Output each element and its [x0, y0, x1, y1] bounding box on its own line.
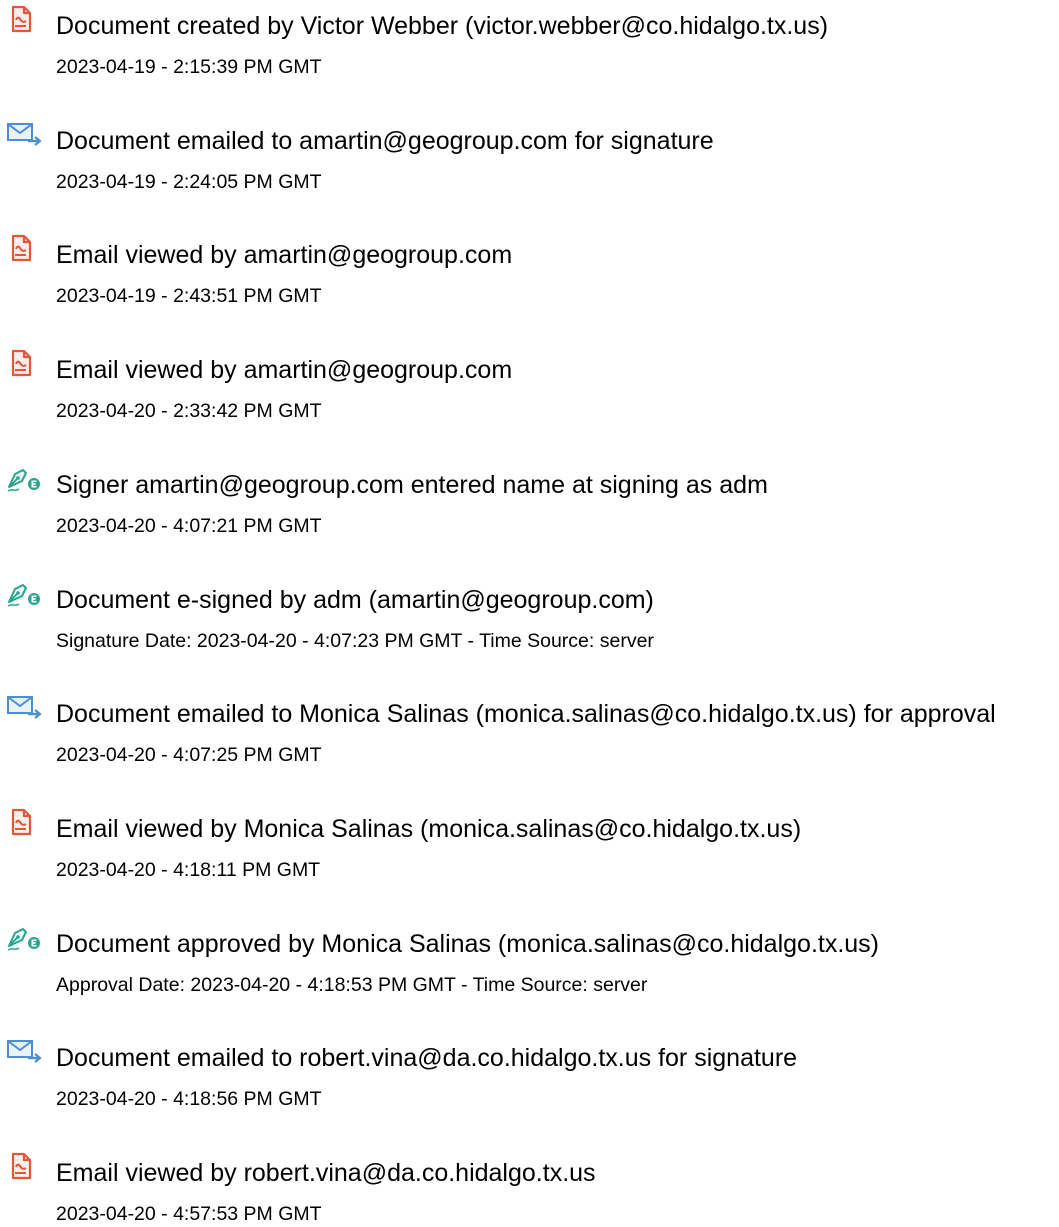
audit-event: Document emailed to Monica Salinas (moni… [0, 688, 1059, 768]
event-title: Document emailed to robert.vina@da.co.hi… [56, 1044, 798, 1073]
audit-event: Document emailed to robert.vina@da.co.hi… [0, 1032, 1059, 1112]
event-title: Document emailed to amartin@geogroup.com… [56, 126, 714, 155]
e-signature-pen-icon [6, 922, 42, 952]
event-timestamp: 2023-04-20 - 2:33:42 PM GMT [56, 400, 322, 423]
event-title: Email viewed by amartin@geogroup.com [56, 356, 513, 385]
audit-event: Email viewed by Monica Salinas (monica.s… [0, 803, 1059, 883]
event-timestamp: 2023-04-19 - 2:15:39 PM GMT [56, 56, 322, 78]
document-created-icon [6, 4, 42, 34]
e-signature-pen-icon [6, 463, 42, 493]
event-timestamp: 2023-04-20 - 4:18:11 PM GMT [56, 858, 321, 881]
email-viewed-icon [6, 807, 42, 837]
audit-event: Document e-signed by adm (amartin@geogro… [0, 574, 1059, 654]
e-signature-pen-icon [6, 578, 42, 608]
event-title: Email viewed by Monica Salinas (monica.s… [56, 814, 802, 843]
event-title: Email viewed by robert.vina@da.co.hidalg… [56, 1159, 596, 1187]
audit-event: Email viewed by amartin@geogroup.com 202… [0, 344, 1059, 424]
audit-event: Signer amartin@geogroup.com entered name… [0, 459, 1059, 539]
event-timestamp: 2023-04-19 - 2:24:05 PM GMT [56, 170, 322, 193]
event-timestamp: Approval Date: 2023-04-20 - 4:18:53 PM G… [56, 973, 648, 996]
event-title: Document e-signed by adm (amartin@geogro… [56, 585, 654, 614]
event-title: Document approved by Monica Salinas (mon… [56, 929, 880, 958]
event-timestamp: 2023-04-20 - 4:07:25 PM GMT [56, 744, 322, 767]
audit-event: Document emailed to amartin@geogroup.com… [0, 115, 1059, 195]
event-timestamp: 2023-04-19 - 2:43:51 PM GMT [56, 285, 322, 308]
email-sent-icon [6, 119, 42, 149]
event-timestamp: 2023-04-20 - 4:57:53 PM GMT [56, 1203, 322, 1225]
event-title: Document emailed to Monica Salinas (moni… [56, 700, 996, 729]
audit-event: Document created by Victor Webber (victo… [0, 0, 1059, 80]
event-title: Email viewed by amartin@geogroup.com [56, 241, 513, 270]
email-sent-icon [6, 1036, 42, 1066]
event-timestamp: 2023-04-20 - 4:07:21 PM GMT [56, 514, 322, 537]
audit-event: Email viewed by robert.vina@da.co.hidalg… [0, 1147, 1059, 1227]
event-timestamp: 2023-04-20 - 4:18:56 PM GMT [56, 1088, 322, 1111]
email-viewed-icon [6, 348, 42, 378]
event-title: Signer amartin@geogroup.com entered name… [56, 470, 768, 499]
email-sent-icon [6, 692, 42, 722]
event-title: Document created by Victor Webber (victo… [56, 12, 829, 40]
email-viewed-icon [6, 233, 42, 263]
event-timestamp: Signature Date: 2023-04-20 - 4:07:23 PM … [56, 629, 654, 652]
audit-event: Document approved by Monica Salinas (mon… [0, 918, 1059, 998]
email-viewed-icon [6, 1151, 42, 1181]
audit-event: Email viewed by amartin@geogroup.com 202… [0, 229, 1059, 309]
